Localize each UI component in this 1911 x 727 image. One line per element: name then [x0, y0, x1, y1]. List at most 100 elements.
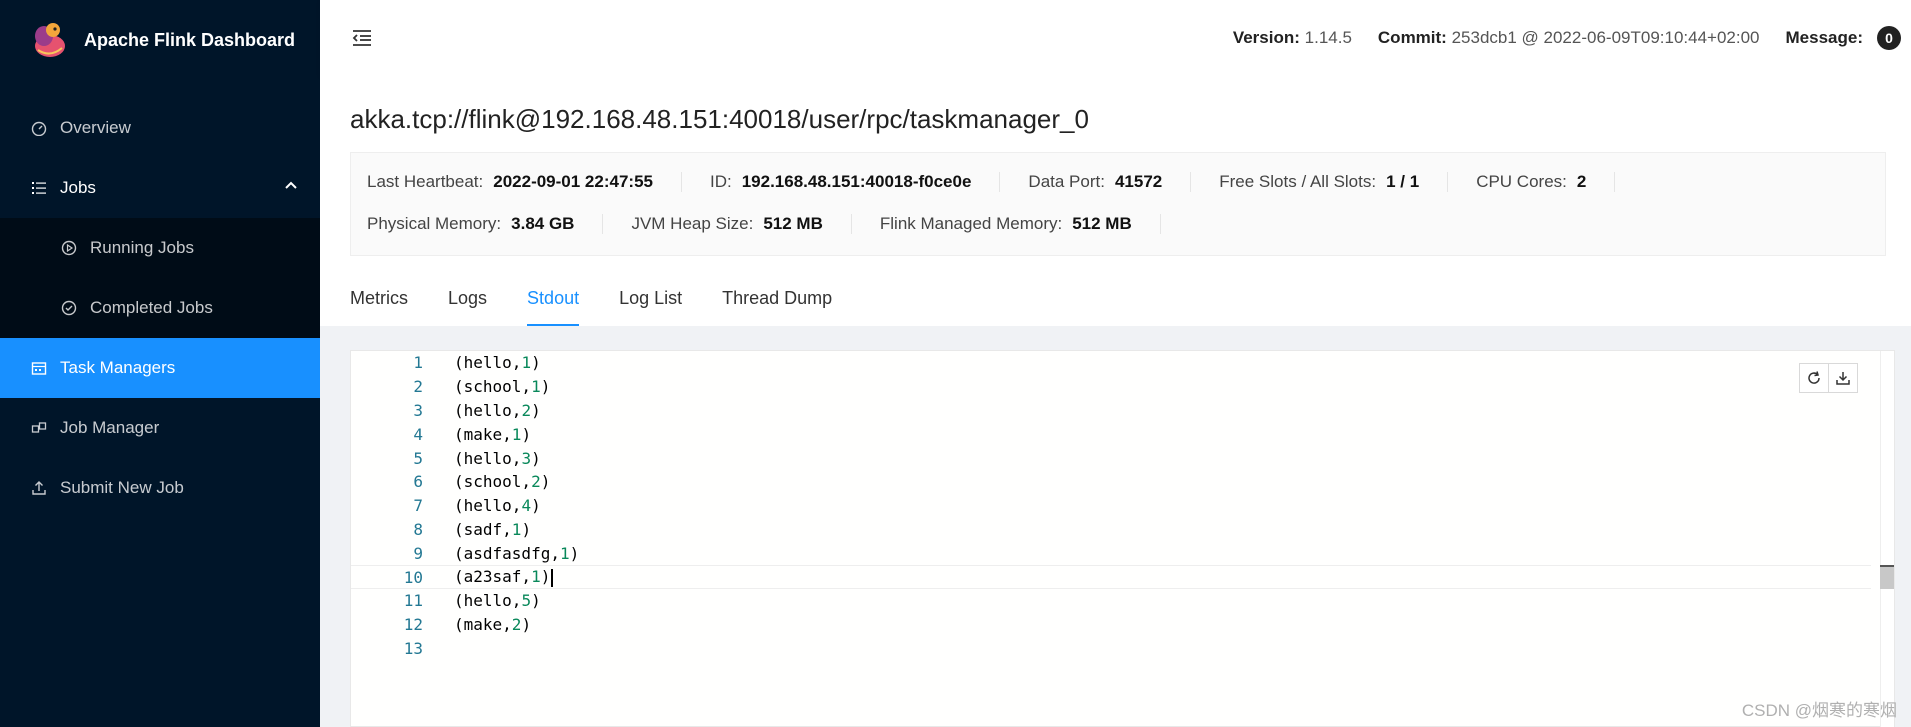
line-number: 11 — [403, 591, 423, 611]
code-line[interactable]: 13 — [351, 637, 1871, 661]
code-line[interactable]: 2 (school,1) — [351, 375, 1871, 399]
download-button[interactable] — [1828, 363, 1858, 393]
code-line[interactable]: 5 (hello,3) — [351, 446, 1871, 470]
line-number: 8 — [413, 519, 423, 539]
flink-managed-memory: Flink Managed Memory: 512 MB — [880, 214, 1161, 234]
message-count-badge: 0 — [1877, 26, 1901, 50]
flink-squirrel-logo-icon — [35, 23, 65, 57]
sidebar-item-jobs[interactable]: Jobs — [0, 158, 320, 218]
jobs-submenu: Running Jobs Completed Jobs — [0, 218, 320, 338]
tab-log-list[interactable]: Log List — [619, 270, 682, 326]
sidebar-item-label: Running Jobs — [90, 238, 194, 257]
line-text: (hello,5) — [454, 591, 541, 611]
sidebar-menu: Overview Jobs Running Jobs Completed Job… — [0, 98, 320, 518]
cluster-icon — [30, 419, 48, 437]
page-header: akka.tcp://flink@192.168.48.151:40018/us… — [320, 76, 1911, 326]
code-line[interactable]: 11 (hello,5) — [351, 589, 1871, 613]
sidebar-item-label: Completed Jobs — [90, 298, 213, 317]
scrollbar-thumb[interactable] — [1880, 567, 1894, 589]
main-content: akka.tcp://flink@192.168.48.151:40018/us… — [320, 76, 1911, 727]
line-number: 4 — [413, 424, 423, 444]
code-line[interactable]: 12 (make,2) — [351, 613, 1871, 637]
code-editor[interactable]: 1 (hello,1) 2 (school,1) 3 (hello,2) 4 (make,1)… — [351, 351, 1871, 727]
text-cursor — [551, 568, 554, 587]
line-text: (hello,1) — [454, 353, 541, 373]
line-text: (make,2) — [454, 615, 532, 635]
version-info: Version: 1.14.5 — [1232, 28, 1352, 47]
schedule-icon — [30, 359, 48, 377]
sidebar-item-label: Submit New Job — [60, 478, 184, 497]
sidebar-item-task-managers[interactable]: Task Managers — [0, 338, 320, 398]
last-heartbeat: Last Heartbeat: 2022-09-01 22:47:55 — [367, 172, 682, 192]
tab-thread-dump[interactable]: Thread Dump — [722, 270, 832, 326]
line-text: (hello,4) — [454, 496, 541, 516]
sidebar-item-completed-jobs[interactable]: Completed Jobs — [0, 278, 320, 338]
code-line[interactable]: 6 (school,2) — [351, 470, 1871, 494]
app-title: Apache Flink Dashboard — [84, 29, 296, 50]
line-text: (school,2) — [454, 472, 551, 492]
code-line[interactable]: 3 (hello,2) — [351, 399, 1871, 423]
reload-icon — [1808, 371, 1820, 384]
stdout-editor[interactable]: 1 (hello,1) 2 (school,1) 3 (hello,2) 4 (make,1)… — [350, 350, 1895, 727]
code-line[interactable]: 4 (make,1) — [351, 422, 1871, 446]
tab-stdout[interactable]: Stdout — [527, 270, 580, 326]
slots: Free Slots / All Slots: 1 / 1 — [1219, 172, 1449, 192]
reload-button[interactable] — [1799, 363, 1829, 393]
brand[interactable]: Apache Flink Dashboard — [0, 0, 320, 80]
download-icon — [1836, 372, 1850, 385]
line-number: 5 — [413, 448, 423, 468]
physical-memory: Physical Memory: 3.84 GB — [367, 214, 604, 234]
line-text: (a23saf,1) — [454, 567, 554, 587]
sidebar-item-submit-new-job[interactable]: Submit New Job — [0, 458, 320, 518]
line-number: 2 — [413, 377, 423, 397]
chevron-up-icon[interactable] — [284, 178, 298, 198]
line-text: (make,1) — [454, 424, 532, 444]
sidebar-item-label: Task Managers — [60, 358, 176, 377]
sidebar-item-label: Job Manager — [60, 418, 160, 437]
line-text: (hello,3) — [454, 448, 541, 468]
detail-tabs: Metrics Logs Stdout Log List Thread Dump — [350, 256, 1886, 326]
line-text: (hello,2) — [454, 400, 541, 420]
line-number: 12 — [403, 615, 423, 635]
watermark: CSDN @烟寒的寒烟 — [1741, 701, 1897, 720]
editor-scrollbar[interactable] — [1880, 351, 1894, 727]
data-port: Data Port: 41572 — [1028, 172, 1192, 192]
line-text: (school,1) — [454, 377, 551, 397]
editor-tools — [1799, 363, 1858, 393]
line-number: 9 — [413, 543, 423, 563]
upload-icon — [30, 479, 48, 497]
menu-fold-icon[interactable] — [350, 26, 374, 50]
sidebar-item-label: Overview — [60, 118, 131, 137]
check-circle-icon — [60, 299, 78, 317]
sidebar-item-job-manager[interactable]: Job Manager — [0, 398, 320, 458]
tab-logs[interactable]: Logs — [448, 270, 487, 326]
message-info[interactable]: Message: 0 — [1786, 26, 1901, 50]
code-line[interactable]: 8 (sadf,1) — [351, 518, 1871, 542]
play-circle-icon — [60, 239, 78, 257]
dashboard-icon — [30, 119, 48, 137]
line-number: 6 — [413, 472, 423, 492]
line-number: 10 — [403, 567, 423, 587]
line-number: 7 — [413, 496, 423, 516]
commit-info: Commit: 253dcb1 @ 2022-06-09T09:10:44+02… — [1377, 28, 1760, 47]
tab-metrics[interactable]: Metrics — [350, 270, 408, 326]
line-number: 13 — [403, 638, 423, 658]
sidebar: Apache Flink Dashboard Overview Jobs Run… — [0, 0, 320, 727]
page-title: akka.tcp://flink@192.168.48.151:40018/us… — [350, 104, 1089, 134]
list-icon — [30, 179, 48, 197]
line-number: 3 — [413, 400, 423, 420]
sidebar-item-running-jobs[interactable]: Running Jobs — [0, 218, 320, 278]
top-header: Version: 1.14.5 Commit: 253dcb1 @ 2022-0… — [320, 0, 1911, 76]
code-line[interactable]: 10 (a23saf,1) — [351, 565, 1871, 589]
task-manager-details: Last Heartbeat: 2022-09-01 22:47:55 ID: 19… — [350, 152, 1886, 256]
line-text: (sadf,1) — [454, 519, 532, 539]
sidebar-item-overview[interactable]: Overview — [0, 98, 320, 158]
jvm-heap-size: JVM Heap Size: 512 MB — [631, 214, 852, 234]
code-line[interactable]: 1 (hello,1) — [351, 351, 1871, 375]
sidebar-item-label: Jobs — [60, 178, 96, 197]
code-line[interactable]: 7 (hello,4) — [351, 494, 1871, 518]
code-line[interactable]: 9 (asdfasdfg,1) — [351, 541, 1871, 565]
line-number: 1 — [413, 353, 423, 373]
line-text: (asdfasdfg,1) — [454, 543, 580, 563]
task-manager-id: ID: 192.168.48.151:40018-f0ce0e — [710, 172, 1001, 192]
